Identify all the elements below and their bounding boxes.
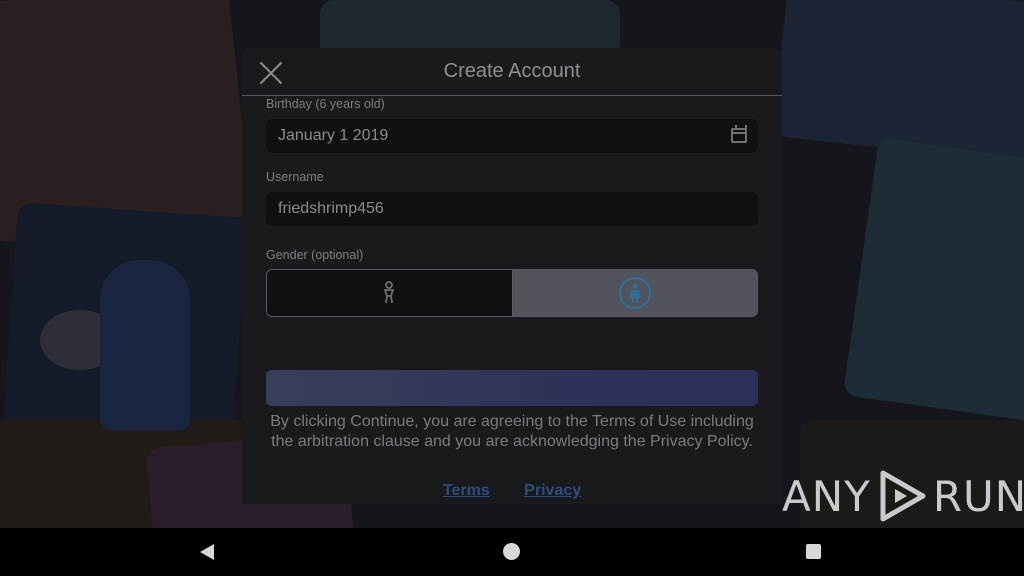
create-account-dialog: Create Account Birthday (6 years old) Ja… [242,48,782,504]
gender-label: Gender (optional) [266,248,364,262]
male-icon [384,281,395,304]
gender-selector [266,269,758,317]
legal-links: Terms Privacy [242,482,782,500]
continue-button[interactable] [266,370,758,406]
dialog-header: Create Account [242,48,782,96]
anyrun-watermark: ANY RUN [782,468,1024,524]
username-value: friedshrimp456 [278,200,384,217]
home-icon[interactable] [503,543,520,560]
background-tile [772,0,1024,164]
birthday-value: January 1 2019 [278,127,389,144]
username-label: Username [266,170,324,184]
legal-disclaimer: By clicking Continue, you are agreeing t… [270,413,754,450]
female-icon [618,277,651,309]
birthday-field[interactable]: January 1 2019 [266,119,758,153]
play-logo-icon [880,470,926,522]
recents-icon[interactable] [806,544,821,559]
watermark-text-left: ANY [782,471,871,521]
dialog-title: Create Account [443,60,581,82]
back-icon[interactable] [200,544,214,560]
birthday-label: Birthday (6 years old) [266,97,385,111]
privacy-link[interactable]: Privacy [524,482,581,499]
username-field[interactable]: friedshrimp456 [266,192,758,226]
terms-link[interactable]: Terms [443,482,490,499]
background-tile [842,137,1024,423]
watermark-text-right: RUN [932,471,1024,521]
background-character [100,260,190,430]
android-navigation-bar [0,528,1024,576]
calendar-icon[interactable] [731,125,747,143]
gender-male-option[interactable] [267,270,513,316]
gender-female-option[interactable] [512,270,757,316]
